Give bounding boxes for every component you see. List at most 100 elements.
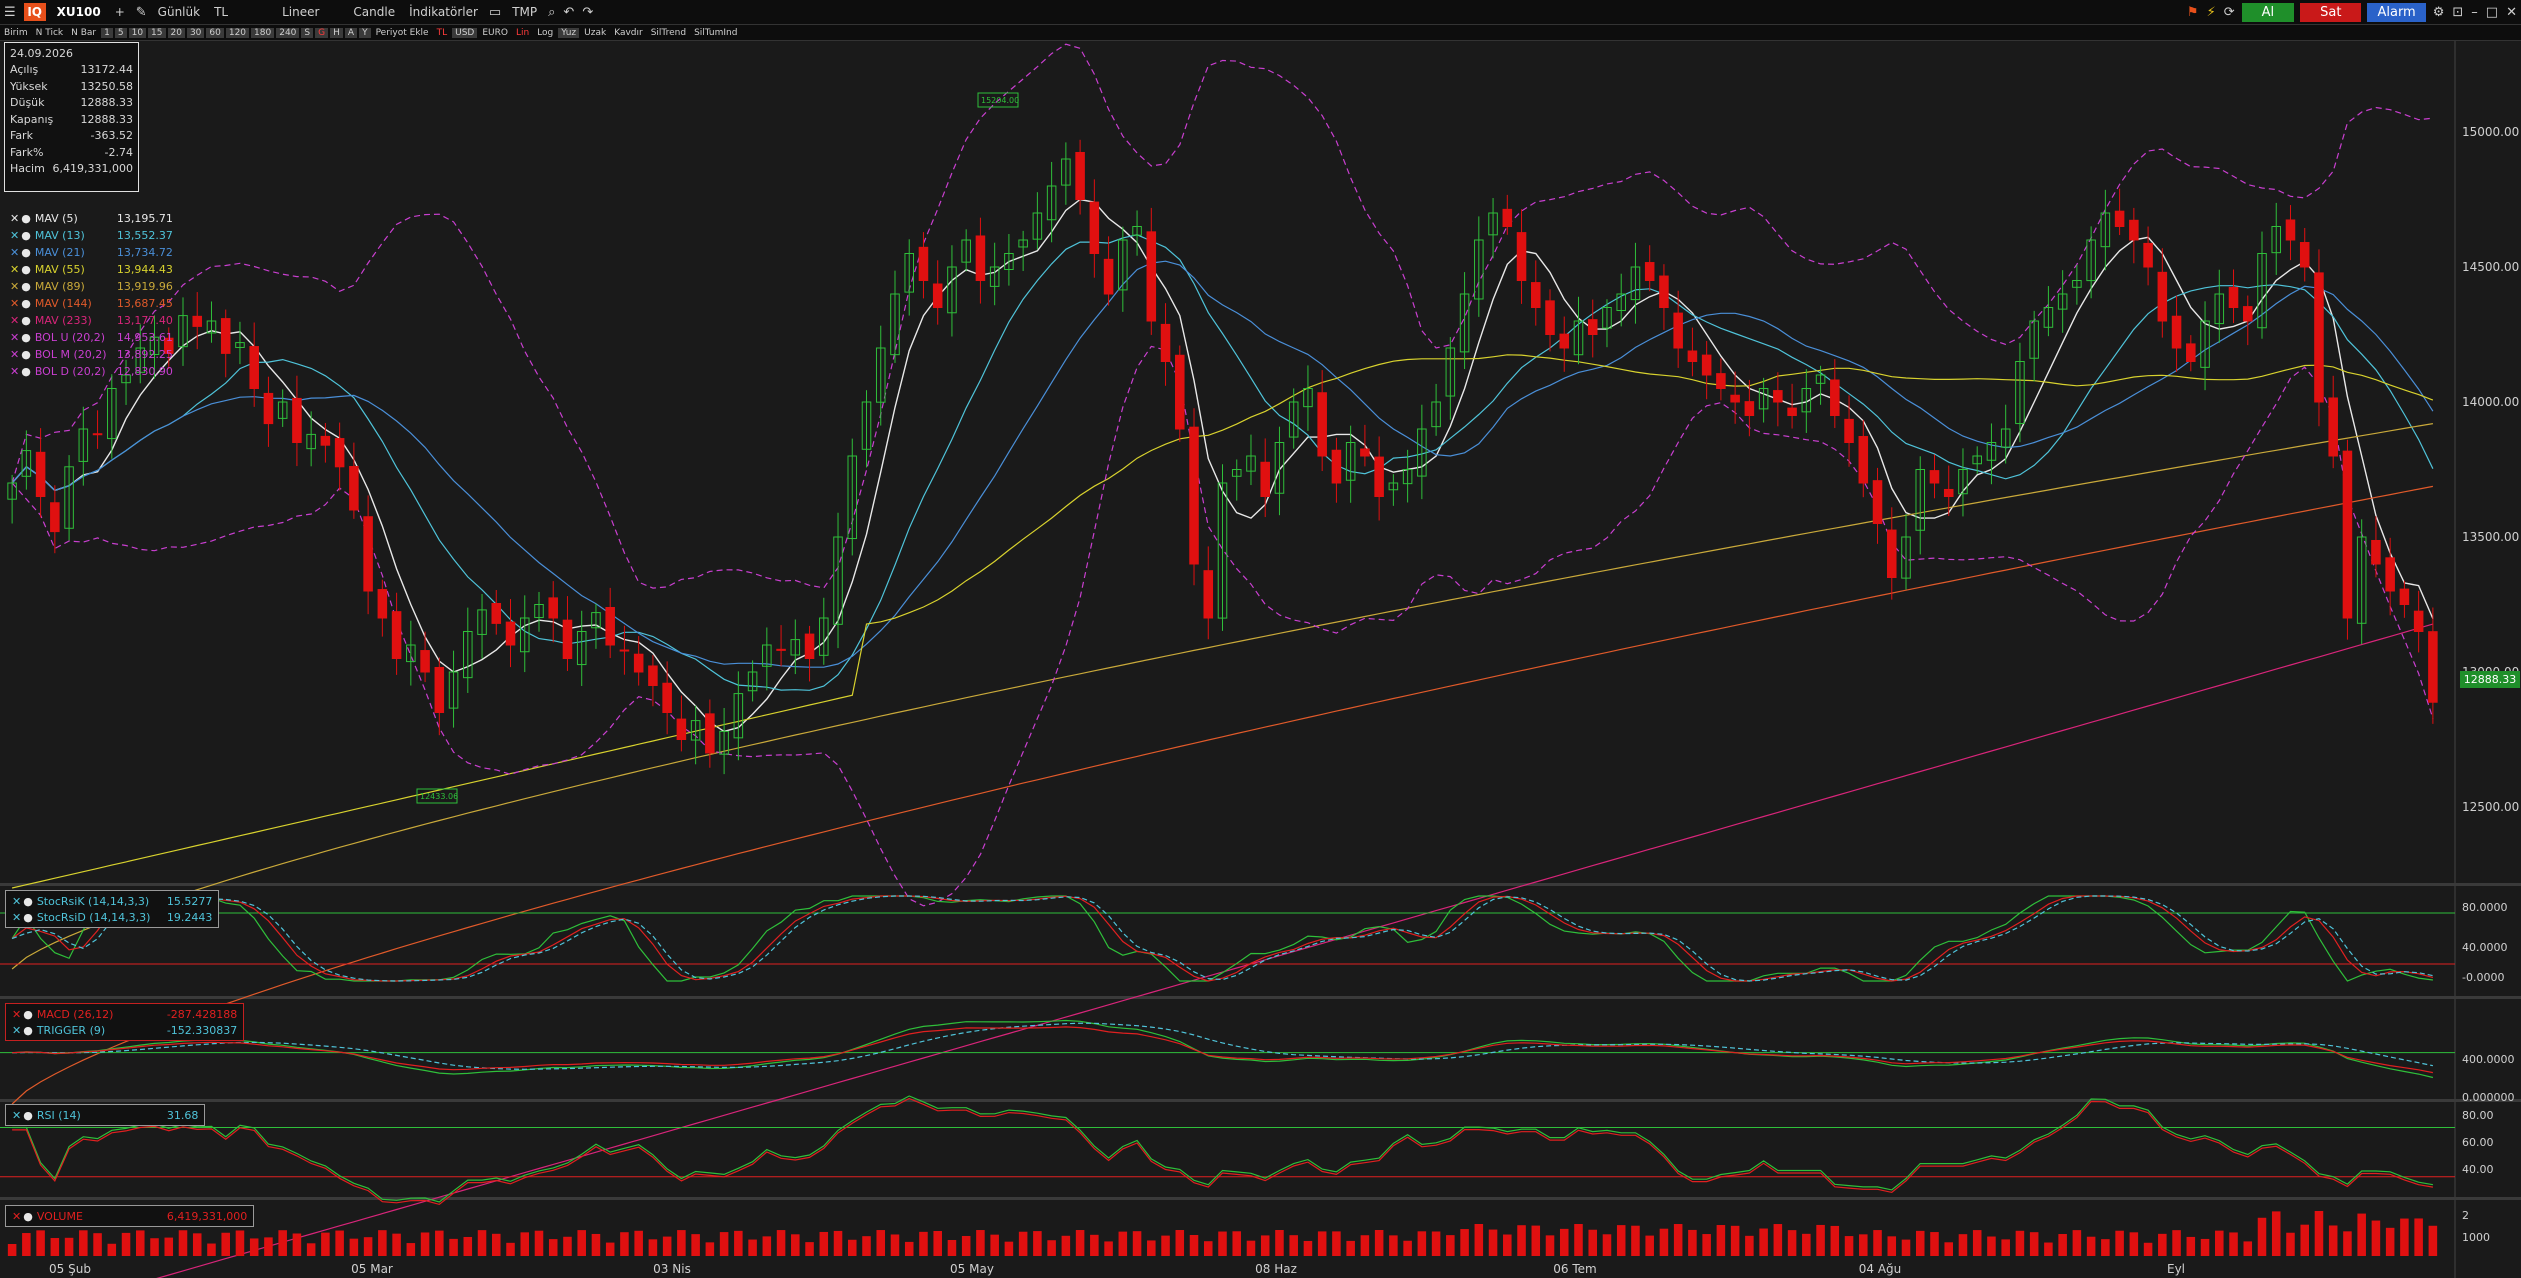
remove-icon[interactable]: ✕ [10,314,19,327]
toolbar2-item[interactable]: Birim [0,28,32,38]
maximize-icon[interactable]: □ [2482,5,2502,20]
remove-icon[interactable]: ✕ [10,348,19,361]
remove-icon[interactable]: ✕ [12,1210,21,1223]
legend-row[interactable]: ✕ ● MAV (5) 13,195.71 [10,210,173,227]
toolbar2-item[interactable]: SilTumInd [690,28,741,38]
legend-row[interactable]: ✕ ● TRIGGER (9) -152.330837 [12,1022,237,1038]
template-button[interactable]: TMP [505,5,544,19]
symbol-field[interactable]: XU100 [50,5,108,19]
remove-icon[interactable]: ✕ [10,212,19,225]
menu-icon[interactable]: ☰ [0,5,20,20]
toolbar2-item[interactable]: 5 [114,27,127,38]
currency-select[interactable]: TL [207,5,235,19]
toolbar2-item[interactable]: EURO [478,28,512,38]
visibility-icon[interactable]: ● [21,348,31,361]
legend-row[interactable]: ✕ ● StocRsiD (14,14,3,3) 19.2443 [12,909,212,925]
lightning-icon[interactable]: ⚡ [2203,5,2220,20]
toolbar2-item[interactable]: Lin [512,28,533,38]
visibility-icon[interactable]: ● [23,1109,33,1122]
remove-icon[interactable]: ✕ [10,229,19,242]
toolbar2-item[interactable]: Log [533,28,557,38]
gear-icon[interactable]: ⚙ [2429,5,2449,20]
remove-icon[interactable]: ✕ [12,1109,21,1122]
toolbar2-item[interactable]: 180 [251,27,275,38]
add-symbol-button[interactable]: + [108,5,132,19]
remove-icon[interactable]: ✕ [10,280,19,293]
scale-select[interactable]: Lineer [275,5,326,19]
toolbar2-item[interactable]: 60 [206,27,224,38]
legend-row[interactable]: ✕ ● RSI (14) 31.68 [12,1107,198,1123]
remove-icon[interactable]: ✕ [10,297,19,310]
remove-icon[interactable]: ✕ [12,895,21,908]
toolbar2-item[interactable]: TL [433,28,452,38]
legend-row[interactable]: ✕ ● BOL M (20,2) 13,892.25 [10,346,173,363]
legend-row[interactable]: ✕ ● BOL U (20,2) 14,953.61 [10,329,173,346]
chart-type-select[interactable]: Candle [346,5,402,19]
toolbar2-item[interactable]: Yuz [558,27,580,38]
flag-icon[interactable]: ⚑ [2183,5,2203,20]
visibility-icon[interactable]: ● [23,1024,33,1037]
visibility-icon[interactable]: ● [23,895,33,908]
toolbar2-item[interactable]: H [330,27,343,38]
toolbar2-item[interactable]: 1 [101,27,113,38]
remove-icon[interactable]: ✕ [10,246,19,259]
redo-icon[interactable]: ↷ [578,5,597,20]
visibility-icon[interactable]: ● [23,911,33,924]
legend-row[interactable]: ✕ ● MAV (89) 13,919.96 [10,278,173,295]
alarm-button[interactable]: Alarm [2367,2,2426,22]
toolbar2-item[interactable]: Y [359,27,371,38]
legend-row[interactable]: ✕ ● MAV (144) 13,687.45 [10,295,173,312]
undo-icon[interactable]: ↶ [559,5,578,20]
sync-icon[interactable]: ⟳ [2220,5,2239,20]
toolbar2-item[interactable]: 10 [128,27,147,38]
visibility-icon[interactable]: ● [21,297,31,310]
indicators-menu[interactable]: İndikatörler [402,5,485,19]
remove-icon[interactable]: ✕ [10,365,19,378]
toolbar2-item[interactable]: N Bar [67,28,100,38]
visibility-icon[interactable]: ● [21,229,31,242]
remove-icon[interactable]: ✕ [12,911,21,924]
visibility-icon[interactable]: ● [21,314,31,327]
toolbar2-item[interactable]: 30 [186,27,205,38]
visibility-icon[interactable]: ● [23,1210,33,1223]
remove-icon[interactable]: ✕ [12,1008,21,1021]
folder-icon[interactable]: ▭ [485,5,505,20]
visibility-icon[interactable]: ● [21,331,31,344]
buy-button[interactable]: Al [2241,2,2295,22]
remove-icon[interactable]: ✕ [10,263,19,276]
remove-icon[interactable]: ✕ [12,1024,21,1037]
period-select[interactable]: Günlük [151,5,207,19]
visibility-icon[interactable]: ● [23,1008,33,1021]
toolbar2-item[interactable]: 240 [276,27,300,38]
toolbar2-item[interactable]: USD [452,27,478,38]
toolbar2-item[interactable]: SilTrend [647,28,690,38]
legend-row[interactable]: ✕ ● MAV (55) 13,944.43 [10,261,173,278]
layout-icon[interactable]: ⊡ [2448,5,2467,20]
sell-button[interactable]: Sat [2300,2,2362,22]
legend-row[interactable]: ✕ ● BOL D (20,2) 12,830.90 [10,363,173,380]
visibility-icon[interactable]: ● [21,246,31,259]
legend-row[interactable]: ✕ ● MAV (21) 13,734.72 [10,244,173,261]
toolbar2-item[interactable]: S [301,27,314,38]
legend-row[interactable]: ✕ ● MAV (13) 13,552.37 [10,227,173,244]
toolbar2-item[interactable]: A [344,27,358,38]
legend-row[interactable]: ✕ ● StocRsiK (14,14,3,3) 15.5277 [12,893,212,909]
minimize-icon[interactable]: – [2467,5,2482,20]
close-icon[interactable]: ✕ [2502,5,2521,20]
visibility-icon[interactable]: ● [21,280,31,293]
toolbar2-item[interactable]: Periyot Ekle [372,28,433,38]
toolbar2-item[interactable]: Kavdır [610,28,647,38]
price-chart[interactable]: 15000.0014500.0014000.0013500.0013000.00… [0,41,2521,1278]
edit-icon[interactable]: ✎ [132,5,151,20]
toolbar2-item[interactable]: 120 [225,27,250,38]
legend-row[interactable]: ✕ ● MAV (233) 13,177.40 [10,312,173,329]
legend-row[interactable]: ✕ ● MACD (26,12) -287.428188 [12,1006,237,1022]
toolbar2-item[interactable]: 15 [148,27,166,38]
toolbar2-item[interactable]: G [315,27,329,38]
search-icon[interactable]: ⌕ [544,5,559,20]
toolbar2-item[interactable]: Uzak [580,28,610,38]
legend-row[interactable]: ✕ ● VOLUME 6,419,331,000 [12,1208,247,1224]
visibility-icon[interactable]: ● [21,263,31,276]
toolbar2-item[interactable]: N Tick [32,28,67,38]
remove-icon[interactable]: ✕ [10,331,19,344]
